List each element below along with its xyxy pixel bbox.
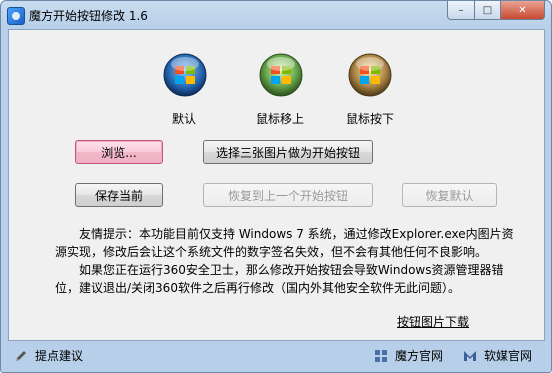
ruanmei-site-label: 软媒官网 <box>484 349 533 363</box>
official-site-link[interactable]: 魔方官网 <box>373 347 443 364</box>
title-bar[interactable]: 魔方开始按钮修改 1.6 – □ ✕ <box>1 1 551 29</box>
tip-line-1: 友情提示：本功能目前仅支持 Windows 7 系统，通过修改Explorer.… <box>55 227 514 259</box>
orb-label-default: 默认 <box>171 112 196 126</box>
start-orb-hover-icon <box>258 52 304 98</box>
ruanmei-site-link[interactable]: 软媒官网 <box>462 347 532 364</box>
orb-label-pressed: 鼠标按下 <box>345 112 394 126</box>
official-site-label: 魔方官网 <box>395 349 444 363</box>
start-orb-pressed-icon <box>347 52 393 98</box>
app-icon <box>7 7 25 25</box>
m-logo-icon <box>462 348 478 364</box>
minimize-button[interactable]: – <box>447 1 475 20</box>
window-controls: – □ ✕ <box>447 1 545 21</box>
pen-icon <box>13 348 29 364</box>
save-current-button[interactable]: 保存当前 <box>75 183 163 207</box>
grid-icon <box>373 348 389 364</box>
download-images-link[interactable]: 按钮图片下载 <box>397 313 469 330</box>
tip-text: 友情提示：本功能目前仅支持 Windows 7 系统，通过修改Explorer.… <box>55 225 525 297</box>
app-window: 魔方开始按钮修改 1.6 – □ ✕ 默认 鼠标移上 鼠标按下 浏览... 选择… <box>0 0 552 373</box>
browse-button[interactable]: 浏览... <box>75 140 163 164</box>
orb-label-hover: 鼠标移上 <box>255 112 304 126</box>
tip-line-2: 如果您正在运行360安全卫士，那么修改开始按钮会导致Windows资源管理器错位… <box>55 263 504 295</box>
footer-bar: 提点建议 魔方官网 软媒官网 <box>1 339 551 372</box>
feedback-label: 提点建议 <box>35 349 84 363</box>
close-button[interactable]: ✕ <box>501 1 545 20</box>
maximize-button[interactable]: □ <box>475 1 501 20</box>
start-orb-default-icon <box>162 52 208 98</box>
window-title: 魔方开始按钮修改 1.6 <box>29 9 148 23</box>
restore-default-button[interactable]: 恢复默认 <box>402 183 497 207</box>
restore-previous-button[interactable]: 恢复到上一个开始按钮 <box>203 183 373 207</box>
select-three-images-button[interactable]: 选择三张图片做为开始按钮 <box>203 140 373 164</box>
feedback-link[interactable]: 提点建议 <box>13 347 83 364</box>
